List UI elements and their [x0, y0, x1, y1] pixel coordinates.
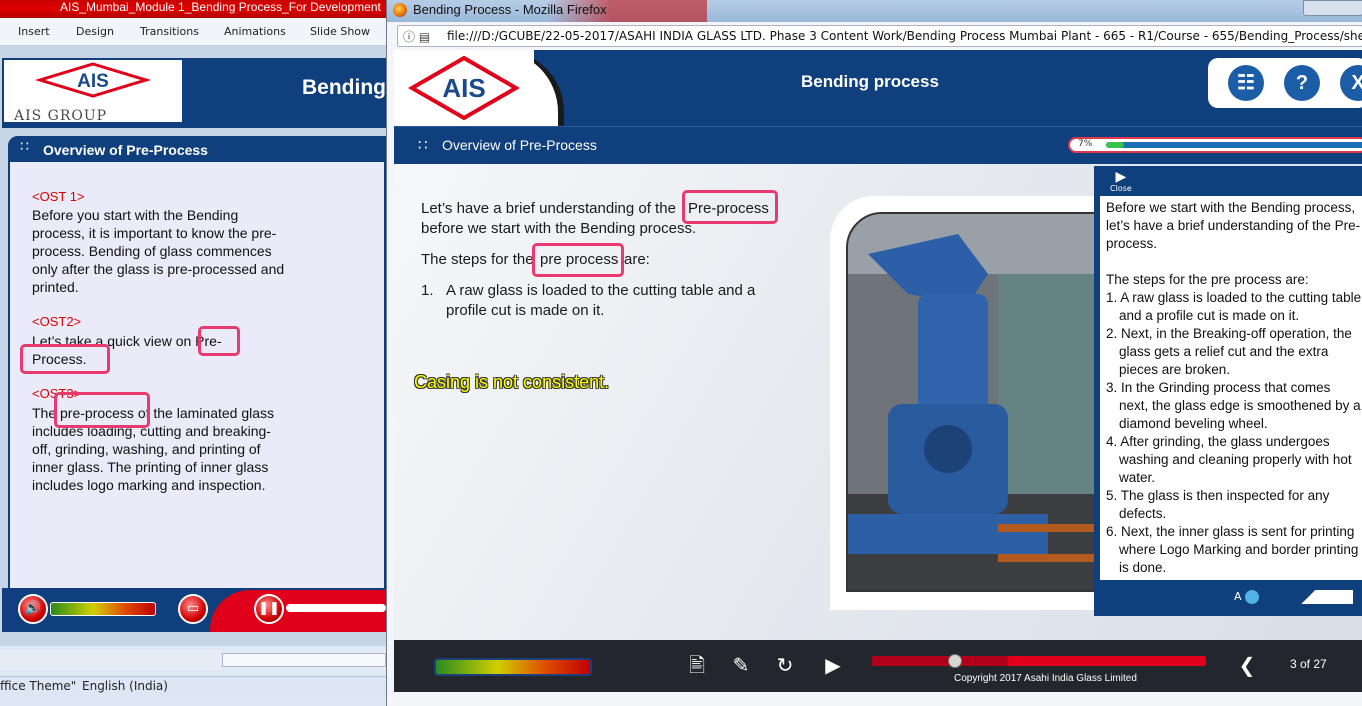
progress-remaining — [1106, 142, 1362, 148]
slide-seek-bar[interactable] — [286, 604, 386, 612]
font-size-label: A — [1234, 590, 1242, 603]
ribbon-tab-insert[interactable]: Insert — [18, 25, 50, 38]
course-section-title: Overview of Pre-Process — [442, 137, 597, 153]
ribbon-tab-slide-show[interactable]: Slide Show — [310, 25, 370, 38]
intro-text-a: Let’s have a brief understanding of the — [421, 200, 676, 217]
highlight-box — [198, 326, 240, 356]
intro-text-line2: before we start with the Bending process… — [421, 220, 697, 237]
robot-arm-illustration — [848, 214, 1112, 590]
previous-icon[interactable]: ❮ — [1234, 653, 1260, 677]
course-logo-panel: AIS — [394, 50, 534, 126]
transcript-step: 1. A raw glass is loaded to the cutting … — [1106, 290, 1362, 323]
sitemap-icon[interactable]: ☷ — [1228, 65, 1264, 101]
highlight-box — [54, 392, 150, 428]
pause-icon[interactable]: ❚❚ — [254, 594, 284, 624]
slide-header-title: Bending — [302, 76, 386, 99]
ppt-titlebar: AIS_Mumbai_Module 1_Bending Process_For … — [0, 0, 386, 18]
status-theme: ffice Theme" — [0, 679, 77, 693]
page-counter: 3 of 27 — [1290, 657, 1327, 671]
close-label: Close — [1110, 184, 1132, 193]
steps-intro-a: The steps for the — [421, 251, 534, 268]
transcript-step: 4. After grinding, the glass undergoes w… — [1106, 434, 1352, 485]
slide-brand-text: AIS GROUP — [14, 108, 108, 124]
progress-label: 7% — [1078, 139, 1093, 149]
transcript-intro: Before we start with the Bending process… — [1106, 200, 1361, 251]
grid-icon: ∷ — [20, 139, 29, 155]
font-size-control[interactable]: A — [1234, 590, 1353, 604]
font-size-steps — [1262, 590, 1353, 604]
powerpoint-window: AIS_Mumbai_Module 1_Bending Process_For … — [0, 0, 386, 706]
ost2-tag: <OST2> — [32, 314, 82, 329]
progress-fill — [1106, 142, 1124, 148]
highlight-box — [20, 344, 110, 374]
steps-intro-c: are: — [624, 251, 650, 268]
volume-meter[interactable] — [50, 602, 156, 616]
ribbon-tab-animations[interactable]: Animations — [224, 25, 286, 38]
course-player: AIS Bending process ☷ ? X ∷ Overview of … — [386, 0, 1362, 706]
slide-section-title: Overview of Pre-Process — [43, 142, 208, 158]
pencil-icon[interactable]: ✎ — [728, 653, 754, 677]
step1-number: 1. — [421, 282, 434, 299]
transcript-icon[interactable]: ▭ — [178, 594, 208, 624]
seek-knob[interactable] — [948, 654, 962, 668]
close-icon: ▶ — [1115, 169, 1127, 185]
replay-icon[interactable]: ↻ — [772, 653, 798, 677]
transcript-spacer — [1106, 253, 1362, 271]
course-logo-text: AIS — [442, 73, 485, 103]
ost1-text: Before you start with the Bending proces… — [32, 207, 285, 295]
slide-logo-text: AIS — [77, 71, 109, 92]
speaker-icon[interactable]: 🔊 — [18, 594, 48, 624]
volume-meter[interactable] — [434, 658, 592, 676]
font-size-knob[interactable] — [1245, 590, 1260, 604]
transcript-step: 6. Next, the inner glass is sent for pri… — [1106, 524, 1359, 575]
highlight-box — [682, 190, 778, 224]
transcript-steps-heading: The steps for the pre process are: — [1106, 272, 1309, 287]
highlight-box — [532, 243, 624, 277]
ais-logo: AIS — [407, 55, 521, 121]
ribbon-tab-transitions[interactable]: Transitions — [140, 25, 199, 38]
ppt-ribbon: Insert Design Transitions Animations Sli… — [0, 18, 386, 46]
help-icon[interactable]: ? — [1284, 65, 1320, 101]
play-icon[interactable]: ▶ — [820, 653, 846, 677]
review-note: Casing is not consistent. — [414, 372, 610, 392]
ost1-tag: <OST 1> — [32, 189, 85, 204]
ribbon-tab-design[interactable]: Design — [76, 25, 114, 38]
scrollbar-thumb[interactable] — [222, 653, 386, 667]
transcript-step: 2. Next, in the Breaking-off operation, … — [1106, 326, 1352, 377]
transcript-step: 5. The glass is then inspected for any d… — [1106, 488, 1330, 521]
notes-icon[interactable]: 🖹 — [684, 653, 710, 677]
transcript-text[interactable]: Before we start with the Bending process… — [1106, 199, 1362, 577]
robot-arm-photo — [846, 212, 1114, 592]
ppt-window-title: AIS_Mumbai_Module 1_Bending Process_For … — [60, 0, 381, 14]
grid-icon: ∷ — [418, 136, 428, 154]
transcript-close-button[interactable]: ▶ Close — [1110, 170, 1132, 193]
seek-bar-played — [872, 656, 1008, 666]
course-title: Bending process — [801, 72, 939, 91]
step1-line2: profile cut is made on it. — [446, 302, 605, 319]
status-language[interactable]: English (India) — [82, 679, 168, 693]
transcript-step: 3. In the Grinding process that comes ne… — [1106, 380, 1361, 431]
copyright-text: Copyright 2017 Asahi India Glass Limited — [954, 673, 1137, 684]
step1-line1: A raw glass is loaded to the cutting tab… — [446, 282, 756, 299]
